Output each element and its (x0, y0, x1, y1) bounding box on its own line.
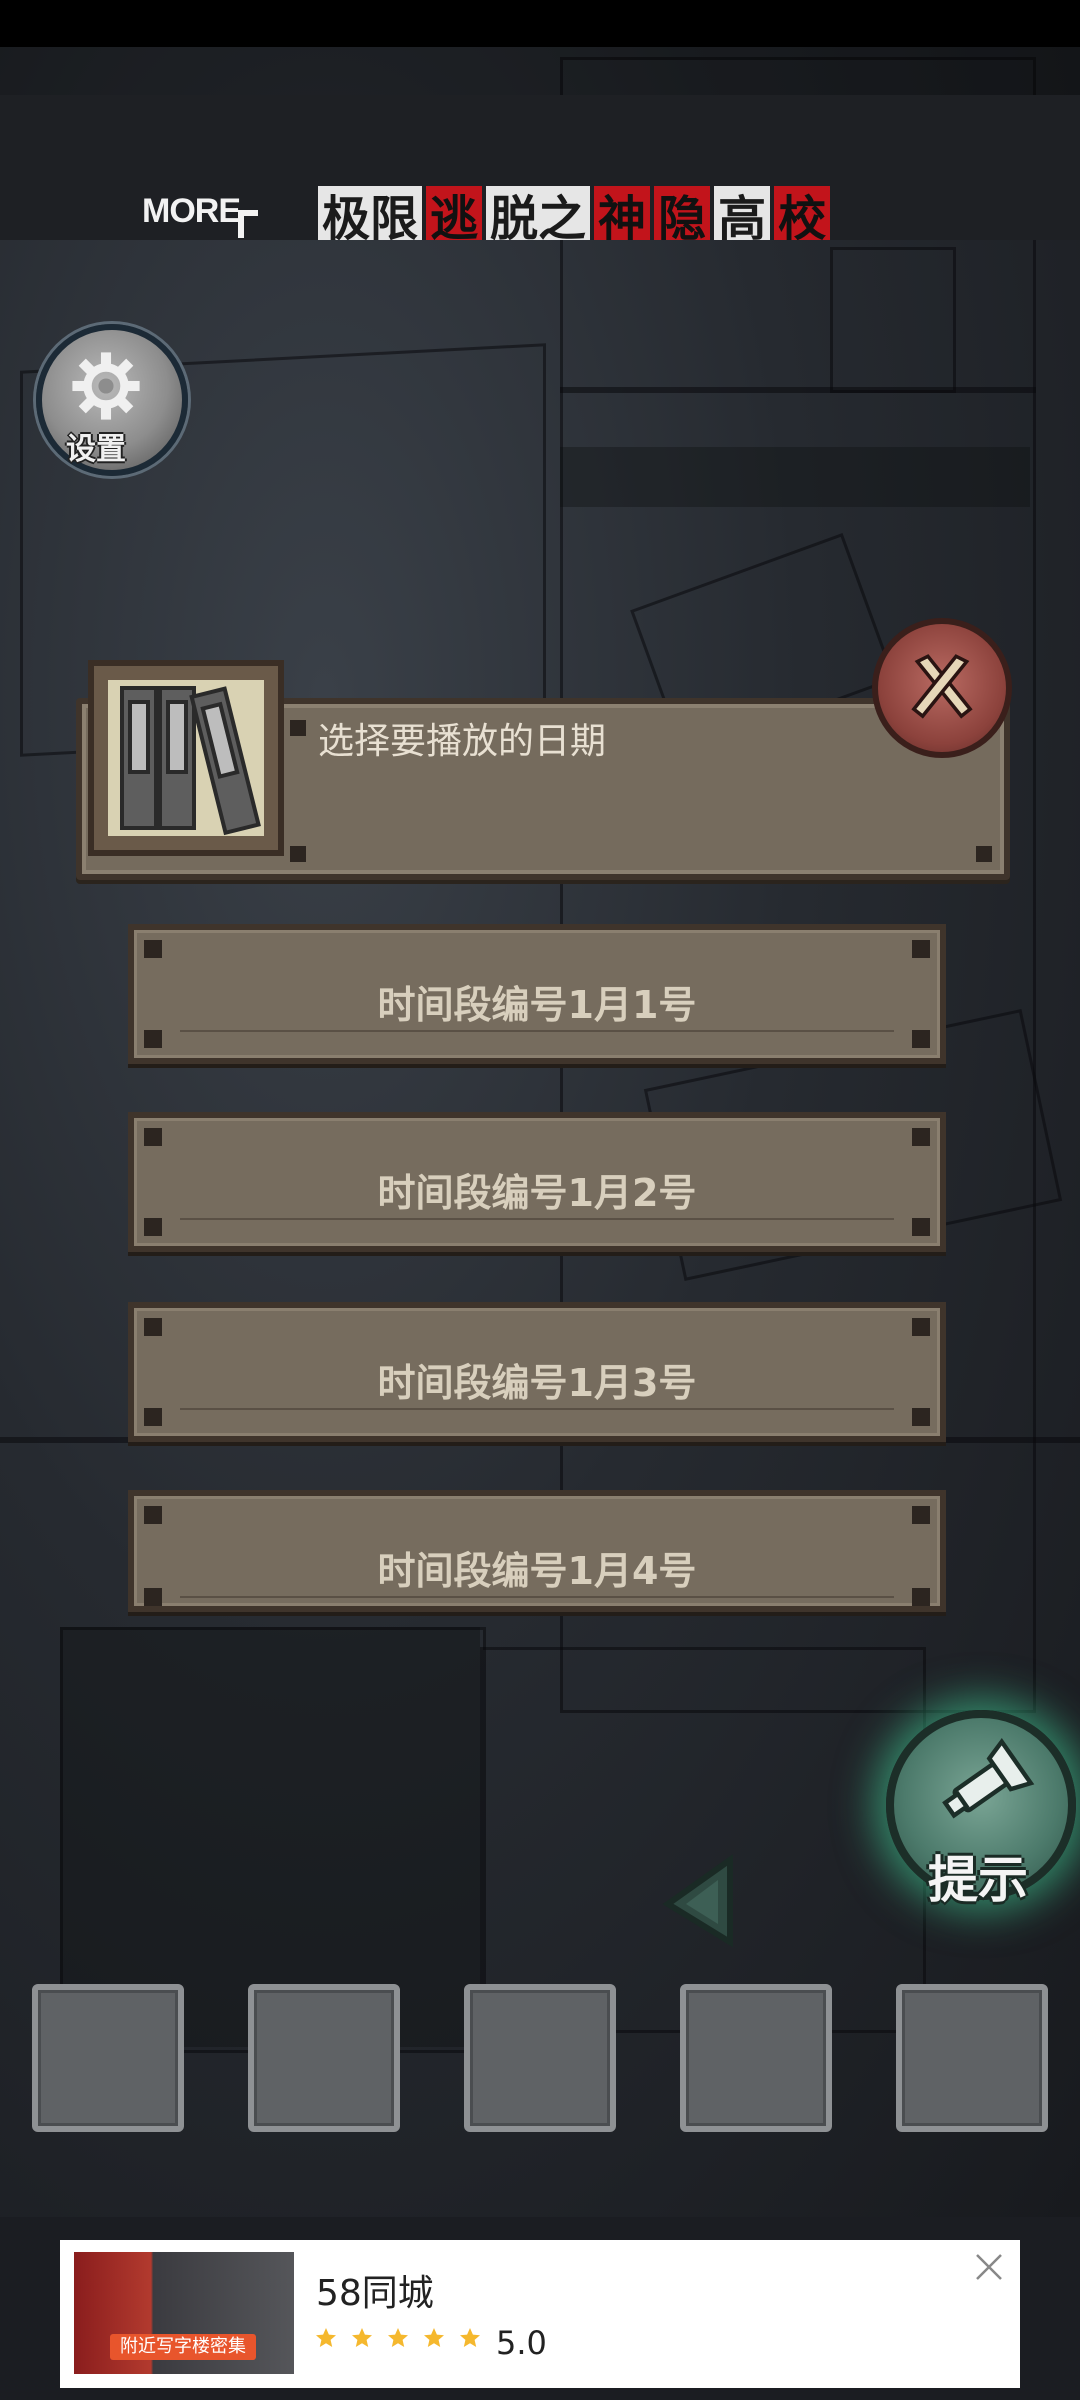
date-option-3[interactable]: 时间段编号1月3号 (128, 1302, 946, 1442)
top-band (0, 47, 1080, 95)
date-option-label: 时间段编号1月1号 (377, 983, 697, 1027)
ad-title[interactable]: 58同城 (316, 2264, 434, 2316)
door-icon[interactable] (236, 208, 262, 240)
game-title-char: 脱之 (486, 186, 591, 240)
ad-rating-value: 5.0 (496, 2324, 547, 2362)
settings-label: 设置 (66, 432, 126, 467)
gear-icon (72, 352, 140, 420)
game-title-char: 校 (774, 186, 831, 240)
star-icon (352, 2328, 372, 2347)
binder-icon-frame (88, 660, 284, 856)
back-arrow-icon[interactable] (660, 1852, 740, 1948)
inventory-slot-5[interactable] (896, 1984, 1048, 2132)
ad-rating-stars (314, 2326, 482, 2350)
binders-icon (120, 686, 261, 836)
inventory-slot-3[interactable] (464, 1984, 616, 2132)
inventory-slot-4[interactable] (680, 1984, 832, 2132)
status-bar (0, 0, 1080, 47)
hint-label: 提示 (928, 1851, 1028, 1909)
star-icon (388, 2328, 408, 2347)
inventory-slot-2[interactable] (248, 1984, 400, 2132)
date-option-4[interactable]: 时间段编号1月4号 (128, 1490, 946, 1612)
date-option-1[interactable]: 时间段编号1月1号 (128, 924, 946, 1064)
game-title-char: 神 (594, 186, 651, 240)
inventory-slot-1[interactable] (32, 1984, 184, 2132)
date-option-2[interactable]: 时间段编号1月2号 (128, 1112, 946, 1252)
crossed-tools-icon (911, 654, 973, 719)
game-title-char: 隐 (654, 186, 711, 240)
more-games-label[interactable]: MORE (142, 192, 241, 231)
date-option-label: 时间段编号1月3号 (377, 1361, 697, 1405)
star-icon (316, 2328, 336, 2347)
date-option-label: 时间段编号1月2号 (377, 1171, 697, 1215)
star-icon (424, 2328, 444, 2347)
date-option-label: 时间段编号1月4号 (377, 1549, 697, 1593)
ad-thumbnail-caption: 附近写字楼密集 (110, 2334, 256, 2360)
rivet (976, 846, 992, 862)
rivet (290, 846, 306, 862)
rivet (290, 720, 306, 736)
game-title-char: 逃 (426, 186, 483, 240)
close-dialog-button[interactable] (872, 618, 1012, 758)
game-title-banner: 极限逃脱之神隐高校 (318, 186, 831, 240)
date-prompt-text: 选择要播放的日期 (318, 721, 607, 762)
star-icon (460, 2328, 480, 2347)
flashlight-icon (942, 1737, 1035, 1819)
game-title-char: 极限 (318, 186, 423, 240)
close-icon[interactable] (974, 2252, 1004, 2282)
game-title-char: 高 (714, 186, 771, 240)
